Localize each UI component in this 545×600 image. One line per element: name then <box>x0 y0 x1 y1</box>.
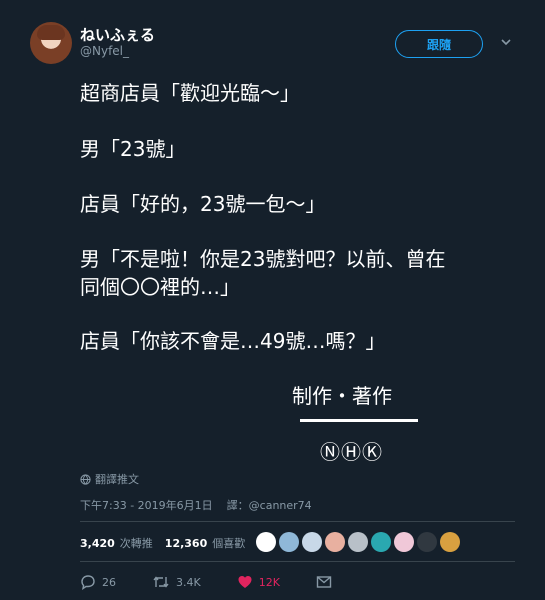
envelope-icon <box>316 576 332 588</box>
tweet-line-1: 超商店員「歡迎光臨～」 <box>80 81 300 105</box>
liker-avatar[interactable] <box>325 532 345 552</box>
tweet-line-2: 男「23號」 <box>80 137 186 161</box>
like-count-label[interactable]: 個喜歡 <box>212 535 245 551</box>
retweet-action[interactable]: 3.4K <box>152 574 201 590</box>
tweet-meta: 下午7:33 - 2019年6月1日 譯：@canner74 <box>80 497 312 513</box>
liker-avatar[interactable] <box>302 532 322 552</box>
display-name[interactable]: ねいふぇる <box>80 24 155 45</box>
message-action[interactable] <box>316 575 332 589</box>
retweet-count-label[interactable]: 次轉推 <box>120 535 153 551</box>
liker-avatar[interactable] <box>348 532 368 552</box>
like-action-count: 12K <box>258 575 280 589</box>
tweet-line-5: 同個〇〇裡的…」 <box>80 275 240 299</box>
tweet-line-4: 男「不是啦！你是23號對吧？以前、曾在 <box>80 247 446 271</box>
credit-underline <box>300 419 418 422</box>
liker-avatars <box>256 532 460 552</box>
chevron-down-icon[interactable] <box>500 36 512 48</box>
nhk-logo-text: ⓃⒽⓀ <box>320 440 383 464</box>
retweet-action-count: 3.4K <box>176 575 201 589</box>
translator-note: 譯：@canner74 <box>226 499 312 512</box>
translate-tweet-link[interactable]: 翻譯推文 <box>80 471 139 487</box>
like-count[interactable]: 12,360 <box>165 537 207 550</box>
reply-count: 26 <box>102 575 116 589</box>
liker-avatar[interactable] <box>394 532 414 552</box>
production-credit: 制作・著作 <box>292 384 392 408</box>
like-action[interactable]: 12K <box>237 574 280 590</box>
liker-avatar[interactable] <box>440 532 460 552</box>
reply-icon <box>81 575 95 590</box>
divider-bottom <box>80 561 515 562</box>
timestamp[interactable]: 下午7:33 - 2019年6月1日 <box>80 499 213 512</box>
liker-avatar[interactable] <box>256 532 276 552</box>
globe-icon <box>80 473 91 485</box>
follow-button[interactable]: 跟隨 <box>395 30 483 58</box>
liker-avatar[interactable] <box>371 532 391 552</box>
engagement-stats: 3,420 次轉推 12,360 個喜歡 <box>80 535 245 551</box>
translate-label: 翻譯推文 <box>95 473 139 486</box>
tweet-line-3: 店員「好的，23號一包～」 <box>80 192 326 216</box>
divider-top <box>80 521 515 522</box>
tweet-line-6: 店員「你該不會是…49號…嗎？」 <box>80 329 386 353</box>
tweet-actions: 26 3.4K 12K <box>80 574 368 590</box>
liker-avatar[interactable] <box>279 532 299 552</box>
retweet-count[interactable]: 3,420 <box>80 537 115 550</box>
reply-action[interactable]: 26 <box>80 574 116 590</box>
liker-avatar[interactable] <box>417 532 437 552</box>
user-handle[interactable]: @Nyfel_ <box>80 44 129 58</box>
retweet-icon <box>153 576 169 588</box>
avatar[interactable] <box>30 22 72 64</box>
heart-icon <box>238 576 252 588</box>
